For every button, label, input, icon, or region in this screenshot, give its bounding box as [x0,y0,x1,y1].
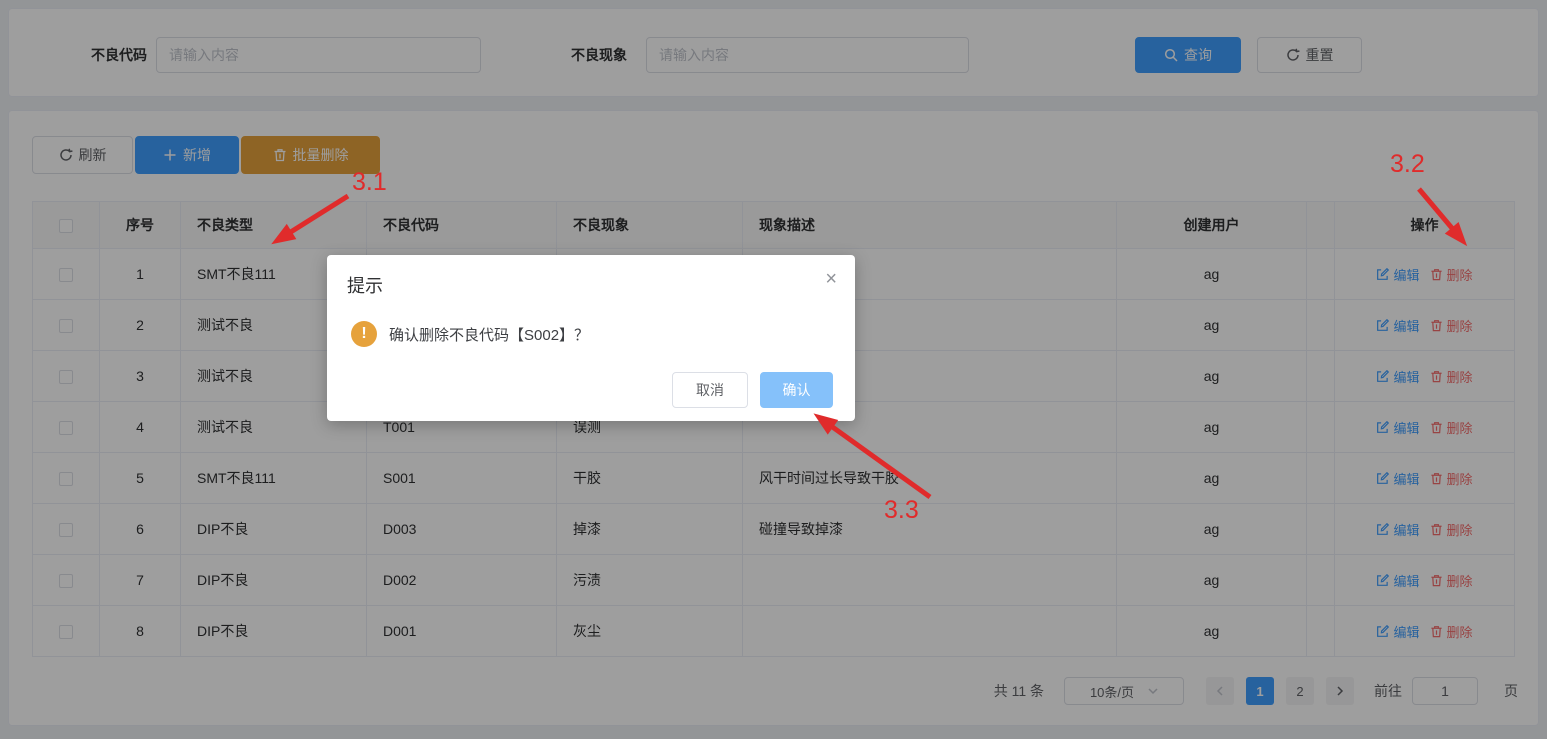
confirm-dialog: 提示 × ! 确认删除不良代码【S002】？ 取消 确认 [327,255,855,421]
dialog-message: 确认删除不良代码【S002】？ [389,326,590,344]
dialog-title: 提示 [347,276,383,296]
warning-icon: ! [351,321,377,347]
close-icon[interactable]: × [825,269,837,289]
cancel-button[interactable]: 取消 [672,372,748,408]
confirm-button[interactable]: 确认 [760,372,833,408]
